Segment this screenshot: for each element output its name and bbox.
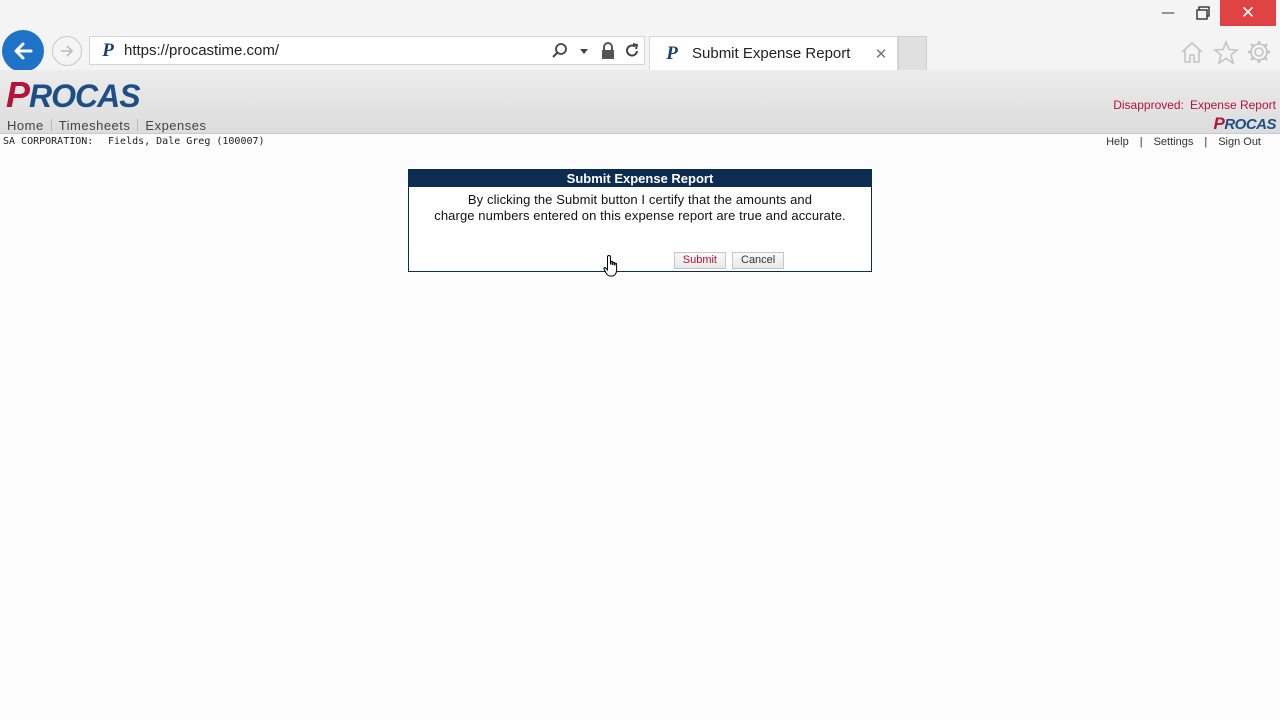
menu-item-timesheets[interactable]: Timesheets xyxy=(52,118,138,133)
home-icon xyxy=(1181,41,1203,63)
link-separator: | xyxy=(1204,136,1208,148)
tab-title: Submit Expense Report xyxy=(692,45,851,62)
cancel-button[interactable]: Cancel xyxy=(732,252,785,269)
user-info-bar: SA CORPORATION: Fields, Dale Greg (10000… xyxy=(0,135,1280,151)
dialog-message-line-2: charge numbers entered on this expense r… xyxy=(434,208,846,223)
utility-links: Help | Settings | Sign Out xyxy=(1099,136,1268,148)
address-bar[interactable]: P https://procastime.com/ xyxy=(89,36,645,65)
site-favicon-icon: P xyxy=(102,39,114,61)
favorites-button[interactable] xyxy=(1212,38,1240,66)
dialog-message: By clicking the Submit button I certify … xyxy=(409,187,871,224)
minimize-icon: — xyxy=(1161,5,1175,21)
help-link[interactable]: Help xyxy=(1099,136,1136,148)
tab-favicon-icon: P xyxy=(666,42,678,64)
logo-letter-p: P xyxy=(6,74,30,115)
forward-button[interactable] xyxy=(52,36,82,66)
browser-tab[interactable]: P Submit Expense Report ✕ xyxy=(649,36,898,70)
status-indicator: Disapproved: Expense Report xyxy=(1107,98,1276,112)
main-menu: Home Timesheets Expenses xyxy=(0,116,214,134)
lock-icon[interactable] xyxy=(596,39,620,63)
back-button[interactable] xyxy=(2,30,44,72)
dialog-message-line-1: By clicking the Submit button I certify … xyxy=(467,192,813,207)
link-separator: | xyxy=(1139,136,1143,148)
status-value: Expense Report xyxy=(1189,98,1276,112)
browser-chrome: — ✕ P https://procastime.com/ P Submit E… xyxy=(0,0,1280,72)
window-close-button[interactable]: ✕ xyxy=(1220,0,1276,26)
search-icon[interactable] xyxy=(548,39,572,63)
menu-item-expenses[interactable]: Expenses xyxy=(138,118,213,133)
status-label: Disapproved: xyxy=(1113,98,1184,112)
sign-out-link[interactable]: Sign Out xyxy=(1211,136,1268,148)
menu-item-home[interactable]: Home xyxy=(0,118,51,133)
tab-close-icon[interactable]: ✕ xyxy=(869,45,893,63)
submit-expense-dialog: Submit Expense Report By clicking the Su… xyxy=(408,169,872,272)
gear-icon xyxy=(1248,41,1270,63)
procas-logo[interactable]: PROCAS xyxy=(6,74,141,116)
app-header: PROCAS Home Timesheets Expenses Disappro… xyxy=(0,70,1280,134)
small-logo-text: ROCAS xyxy=(1224,116,1276,133)
logo-text: ROCAS xyxy=(29,78,141,114)
settings-link[interactable]: Settings xyxy=(1147,136,1201,148)
forward-arrow-icon xyxy=(61,45,74,57)
small-logo-letter-p: P xyxy=(1213,114,1225,133)
back-arrow-icon xyxy=(14,42,33,60)
refresh-icon[interactable] xyxy=(620,39,644,63)
dropdown-icon[interactable] xyxy=(572,39,596,63)
restore-button[interactable] xyxy=(1186,0,1220,26)
dialog-title: Submit Expense Report xyxy=(409,170,871,187)
company-name: SA CORPORATION: xyxy=(3,136,94,147)
submit-button[interactable]: Submit xyxy=(673,252,726,269)
procas-small-logo: PROCAS xyxy=(1213,114,1276,134)
home-button[interactable] xyxy=(1178,38,1206,66)
user-name: Fields, Dale Greg (100007) xyxy=(108,136,265,147)
dialog-buttons: Submit Cancel xyxy=(409,252,871,269)
url-text[interactable]: https://procastime.com/ xyxy=(124,42,548,59)
settings-button[interactable] xyxy=(1245,38,1273,66)
minimize-button[interactable]: — xyxy=(1150,0,1186,26)
new-tab-button[interactable] xyxy=(898,36,927,70)
restore-icon xyxy=(1196,6,1210,20)
close-icon: ✕ xyxy=(1240,3,1256,23)
star-icon xyxy=(1213,40,1239,64)
hand-cursor-icon xyxy=(603,254,618,277)
